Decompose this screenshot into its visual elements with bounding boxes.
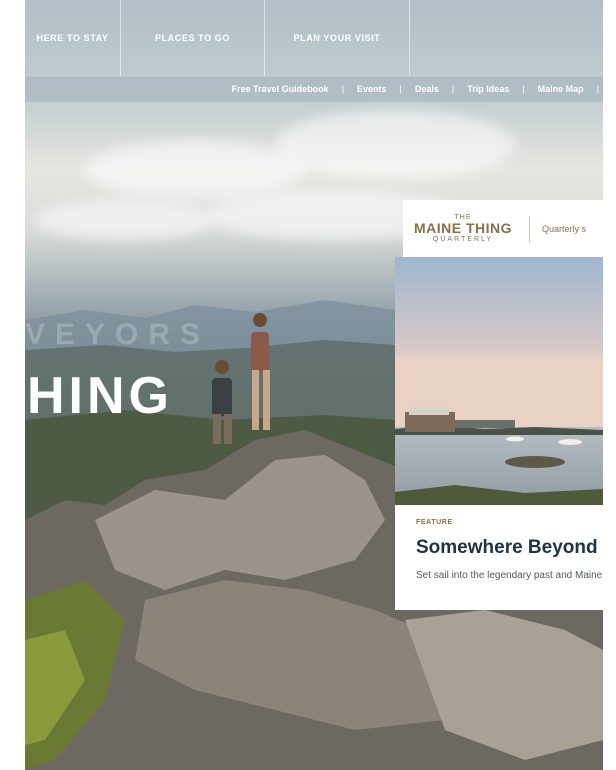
- nav-places-to-go[interactable]: PLACES TO GO: [121, 0, 265, 76]
- nav-separator: |: [522, 84, 525, 94]
- link-free-travel-guidebook[interactable]: Free Travel Guidebook: [219, 84, 342, 94]
- hero-title: HING: [27, 367, 173, 425]
- primary-nav: HERE TO STAY PLACES TO GO PLAN YOUR VISI…: [25, 0, 603, 77]
- maine-thing-logo[interactable]: THE MAINE THING QUARTERLY: [403, 214, 523, 243]
- card-body: FEATURE Somewhere Beyond Set sail into t…: [395, 257, 603, 610]
- logo-quarterly: QUARTERLY: [432, 235, 494, 243]
- nav-separator: |: [596, 84, 599, 94]
- nav-label: HERE TO STAY: [36, 33, 109, 43]
- nav-label: PLACES TO GO: [154, 33, 231, 43]
- link-deals[interactable]: Deals: [402, 84, 452, 94]
- card-header: THE MAINE THING QUARTERLY Quarterly s: [403, 200, 603, 257]
- harbor-photo-illustration: [395, 257, 603, 505]
- nav-empty-slot[interactable]: [410, 0, 603, 76]
- card-tagline: Quarterly s: [542, 223, 587, 234]
- hero-ghost-text: VEYORS: [25, 318, 211, 351]
- link-events[interactable]: Events: [344, 84, 400, 94]
- nav-separator: |: [399, 84, 402, 94]
- link-maine-map[interactable]: Maine Map: [525, 84, 597, 94]
- feature-card[interactable]: THE MAINE THING QUARTERLY Quarterly s FE…: [395, 200, 603, 610]
- logo-main: MAINE THING: [413, 220, 513, 237]
- nav-label: PLAN YOUR VISIT: [293, 33, 381, 43]
- harbor-photo[interactable]: [395, 257, 603, 505]
- header-divider: [529, 215, 530, 242]
- nav-where-to-stay[interactable]: HERE TO STAY: [25, 0, 121, 76]
- card-eyebrow: FEATURE: [416, 519, 453, 526]
- card-description: Set sail into the legendary past and Mai…: [416, 570, 603, 581]
- secondary-nav: Free Travel Guidebook | Events | Deals |…: [25, 76, 603, 102]
- link-trip-ideas[interactable]: Trip Ideas: [454, 84, 522, 94]
- nav-plan-your-visit[interactable]: PLAN YOUR VISIT: [265, 0, 410, 76]
- page-frame: HERE TO STAY PLACES TO GO PLAN YOUR VISI…: [25, 0, 603, 770]
- nav-separator: |: [451, 84, 455, 94]
- card-title[interactable]: Somewhere Beyond: [416, 537, 598, 559]
- nav-separator: |: [341, 84, 345, 94]
